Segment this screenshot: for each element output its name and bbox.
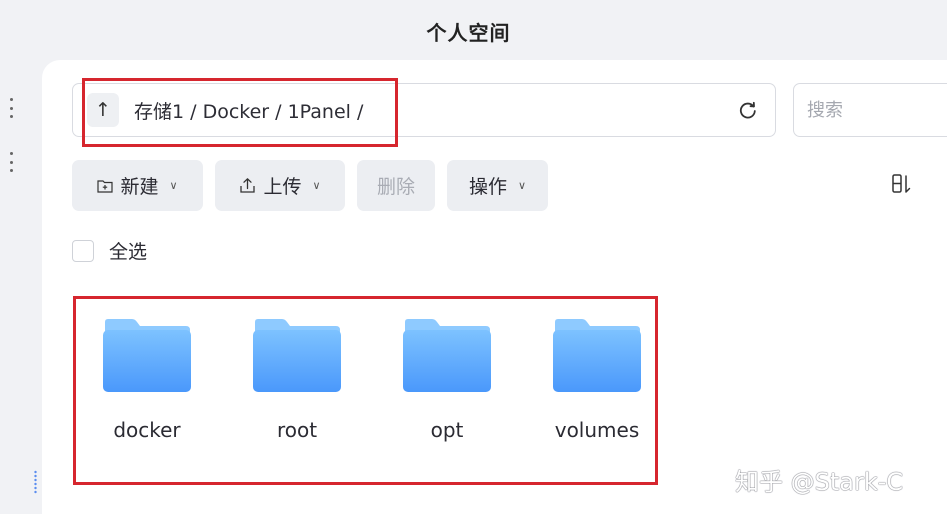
folder-name: opt [430,418,464,442]
refresh-button[interactable] [737,99,759,121]
resize-handle[interactable] [34,470,37,494]
path-bar: ↑ 存储1 / Docker / 1Panel / [72,83,776,137]
new-button[interactable]: 新建 ∨ [72,160,203,211]
delete-button-label: 删除 [376,176,415,198]
upload-button[interactable]: 上传 ∨ [215,160,345,211]
page-title: 个人空间 [426,20,511,45]
folder-item[interactable]: root [232,316,362,456]
folder-item[interactable]: opt [382,316,512,456]
folder-icon [403,319,491,392]
new-button-label: 新建 [120,176,159,198]
folder-name: docker [113,418,181,442]
arrow-up-icon: ↑ [95,99,111,121]
go-up-button[interactable]: ↑ [87,93,119,127]
more-options-icon-2[interactable] [8,152,14,172]
search-input[interactable] [793,83,947,137]
watermark: 知乎 @Stark-C [735,468,904,496]
chevron-down-icon: ∨ [312,179,321,192]
folder-item[interactable]: docker [82,316,212,456]
upload-icon [240,178,256,193]
chevron-down-icon: ∨ [517,179,527,192]
folder-item[interactable]: volumes [532,316,662,456]
select-all-checkbox[interactable] [72,239,94,262]
current-path[interactable]: 存储1 / Docker / 1Panel / [134,97,363,124]
refresh-icon [739,101,756,119]
folder-name: root [276,418,318,442]
sort-view-icon [892,174,911,193]
select-all-label: 全选 [109,241,148,263]
upload-button-label: 上传 [263,176,302,198]
folder-icon [103,319,191,392]
view-toggle-button[interactable] [890,172,914,196]
delete-button[interactable]: 删除 [357,160,435,211]
folder-name: volumes [554,418,640,442]
select-all-control[interactable]: 全选 [72,237,147,264]
new-folder-icon [97,179,114,193]
chevron-down-icon: ∨ [169,179,178,192]
folder-icon [253,319,341,392]
operations-button[interactable]: 操作 ∨ [447,160,548,211]
operations-button-label: 操作 [468,176,507,198]
left-sidebar-strip [0,62,42,514]
window-titlebar: 个人空间 [0,0,947,62]
folder-icon [553,319,641,392]
more-options-icon[interactable] [8,98,14,118]
